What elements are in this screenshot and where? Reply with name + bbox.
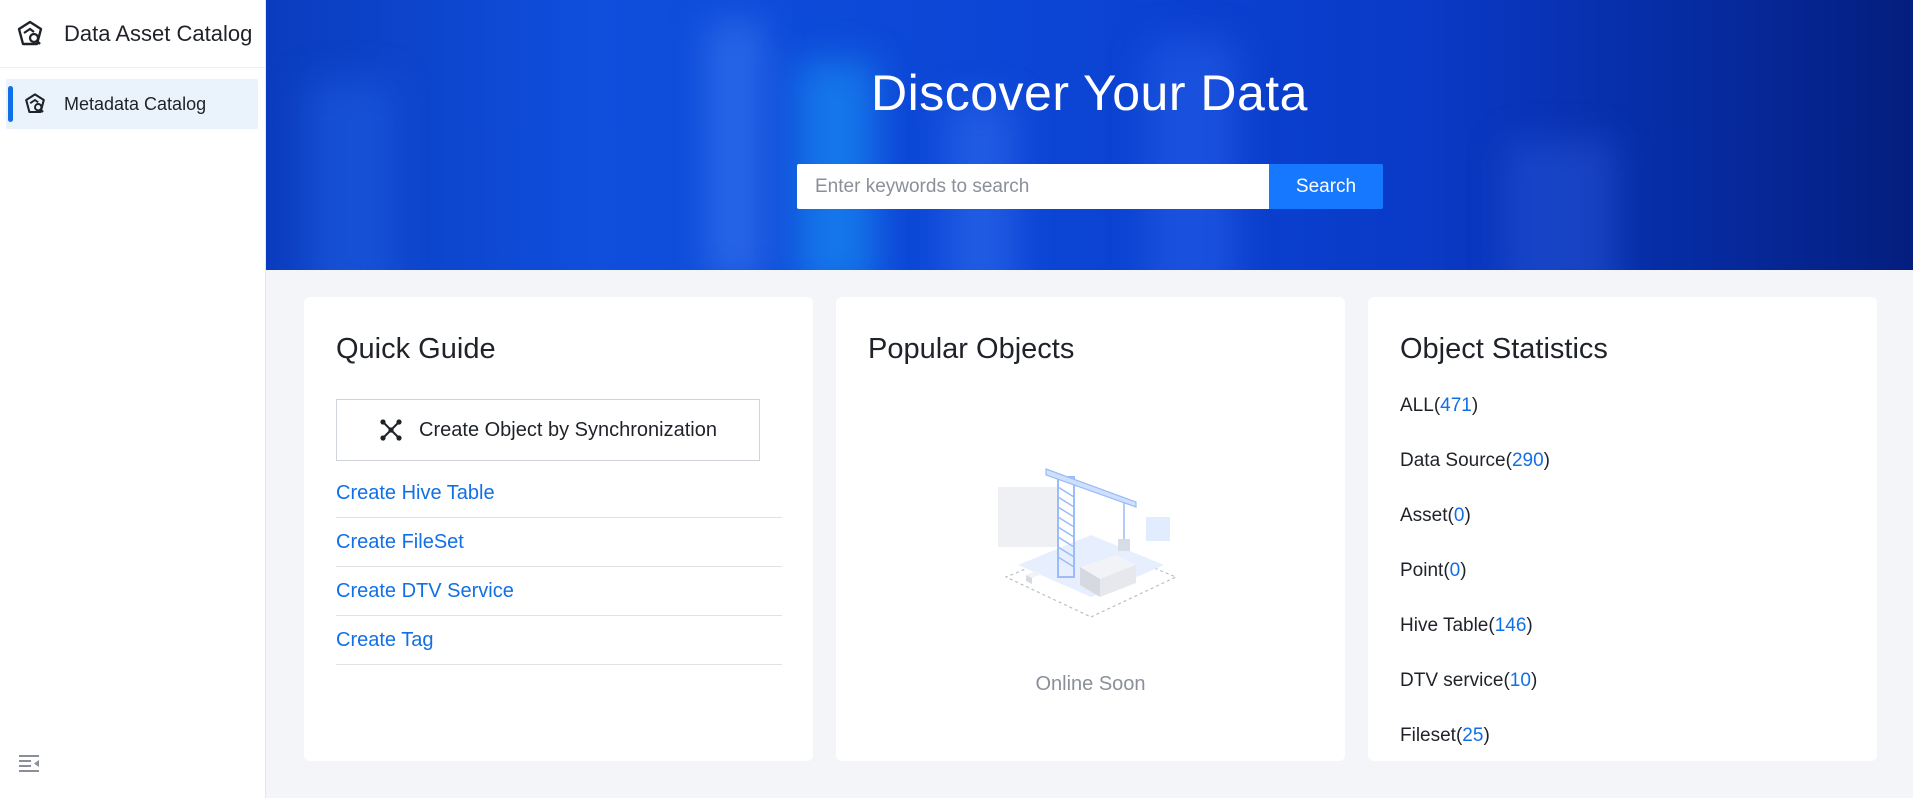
construction-illustration (996, 447, 1186, 647)
app-title: Data Asset Catalog (64, 20, 253, 46)
create-by-sync-label: Create Object by Synchronization (419, 418, 717, 441)
stat-label: Data Source (1400, 450, 1506, 471)
stat-label: Fileset (1400, 725, 1456, 746)
search-input[interactable] (797, 164, 1269, 209)
collapse-menu-icon[interactable] (17, 753, 41, 775)
list-item: Create DTV Service (336, 567, 782, 616)
quick-guide-links: Create Hive Table Create FileSet Create … (336, 469, 782, 665)
sidebar-item-metadata-catalog[interactable]: Metadata Catalog (6, 79, 258, 129)
search-button[interactable]: Search (1269, 164, 1383, 209)
sidebar: Data Asset Catalog Metadata Catalog (0, 0, 266, 798)
stat-label: Asset (1400, 505, 1448, 526)
stat-count-link[interactable]: 25 (1462, 725, 1483, 746)
active-indicator (8, 86, 13, 122)
stat-label: Hive Table (1400, 615, 1489, 636)
stat-label: ALL (1400, 395, 1434, 416)
stat-label: Point (1400, 560, 1444, 581)
sidebar-item-label: Metadata Catalog (64, 93, 207, 114)
list-item: ALL(471) (1400, 395, 1479, 416)
list-item: Data Source(290) (1400, 450, 1550, 471)
catalog-icon (22, 91, 48, 117)
quick-guide-card: Quick Guide Create Object by Synchroniza… (304, 297, 813, 761)
stat-label: DTV service (1400, 670, 1504, 691)
catalog-logo-icon (14, 18, 46, 50)
network-nodes-icon (379, 418, 403, 442)
card-title: Object Statistics (1400, 333, 1608, 365)
list-item: DTV service(10) (1400, 670, 1538, 691)
create-hive-table-link[interactable]: Create Hive Table (336, 482, 495, 505)
object-statistics-card: Object Statistics ALL(471) Data Source(2… (1368, 297, 1877, 761)
hero-title: Discover Your Data (870, 65, 1308, 121)
search-bar: Search (797, 164, 1383, 209)
create-fileset-link[interactable]: Create FileSet (336, 531, 464, 554)
stat-count-link[interactable]: 290 (1512, 450, 1544, 471)
card-title: Popular Objects (868, 333, 1075, 365)
list-item: Point(0) (1400, 560, 1467, 581)
stat-count-link[interactable]: 0 (1450, 560, 1461, 581)
hero-decoration (1506, 140, 1616, 270)
card-title: Quick Guide (336, 333, 496, 365)
create-dtv-service-link[interactable]: Create DTV Service (336, 580, 514, 603)
list-item: Fileset(25) (1400, 725, 1490, 746)
empty-state-text: Online Soon (1035, 673, 1146, 695)
stat-count-link[interactable]: 146 (1495, 615, 1527, 636)
stat-count-link[interactable]: 0 (1454, 505, 1465, 526)
hero-decoration (706, 20, 766, 270)
stat-count-link[interactable]: 471 (1440, 395, 1472, 416)
stat-count-link[interactable]: 10 (1510, 670, 1531, 691)
list-item: Create Tag (336, 616, 782, 665)
statistics-list: ALL(471) Data Source(290) Asset(0) Point… (1400, 395, 1550, 780)
hero-banner: Discover Your Data Search (266, 0, 1913, 270)
popular-objects-card: Popular Objects Online Soon (836, 297, 1345, 761)
list-item: Asset(0) (1400, 505, 1471, 526)
list-item: Hive Table(146) (1400, 615, 1533, 636)
sidebar-header: Data Asset Catalog (0, 0, 265, 68)
create-tag-link[interactable]: Create Tag (336, 629, 433, 652)
list-item: Create FileSet (336, 518, 782, 567)
create-by-sync-button[interactable]: Create Object by Synchronization (336, 399, 760, 461)
list-item: Create Hive Table (336, 469, 782, 518)
